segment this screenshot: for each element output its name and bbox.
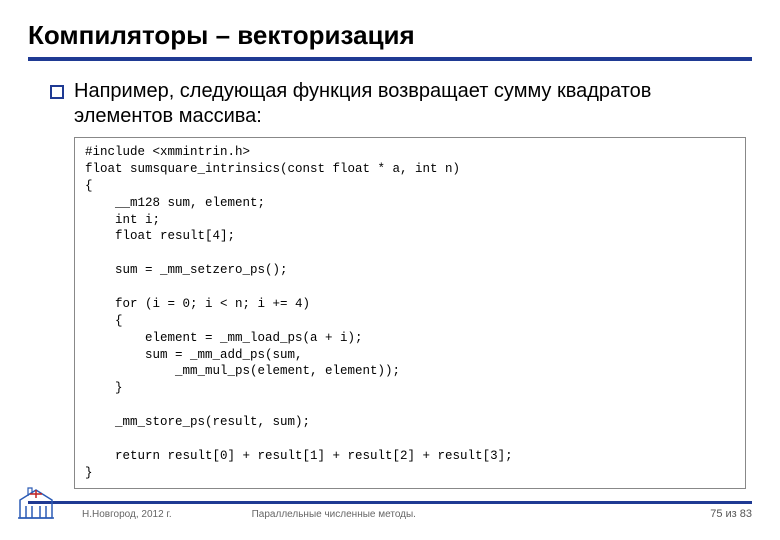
footer-texts: Н.Новгород, 2012 г. Параллельные численн… [82, 509, 416, 520]
body-area: Например, следующая функция возвращает с… [28, 79, 752, 489]
title-underline [28, 57, 752, 61]
university-logo-icon [12, 484, 60, 524]
footer-underline [28, 501, 752, 504]
bullet-row: Например, следующая функция возвращает с… [50, 79, 746, 129]
bullet-text: Например, следующая функция возвращает с… [74, 79, 746, 129]
footer-row: Н.Новгород, 2012 г. Параллельные численн… [28, 508, 752, 520]
code-block: #include <xmmintrin.h> float sumsquare_i… [74, 137, 746, 489]
footer-subject: Параллельные численные методы. [252, 509, 416, 520]
slide: Компиляторы – векторизация Например, сле… [0, 0, 780, 540]
slide-title: Компиляторы – векторизация [28, 20, 752, 57]
footer-area: Н.Новгород, 2012 г. Параллельные численн… [28, 501, 752, 520]
page-number: 75 из 83 [710, 508, 752, 520]
square-bullet-icon [50, 85, 64, 99]
footer-location: Н.Новгород, 2012 г. [82, 509, 172, 520]
title-area: Компиляторы – векторизация [28, 20, 752, 61]
